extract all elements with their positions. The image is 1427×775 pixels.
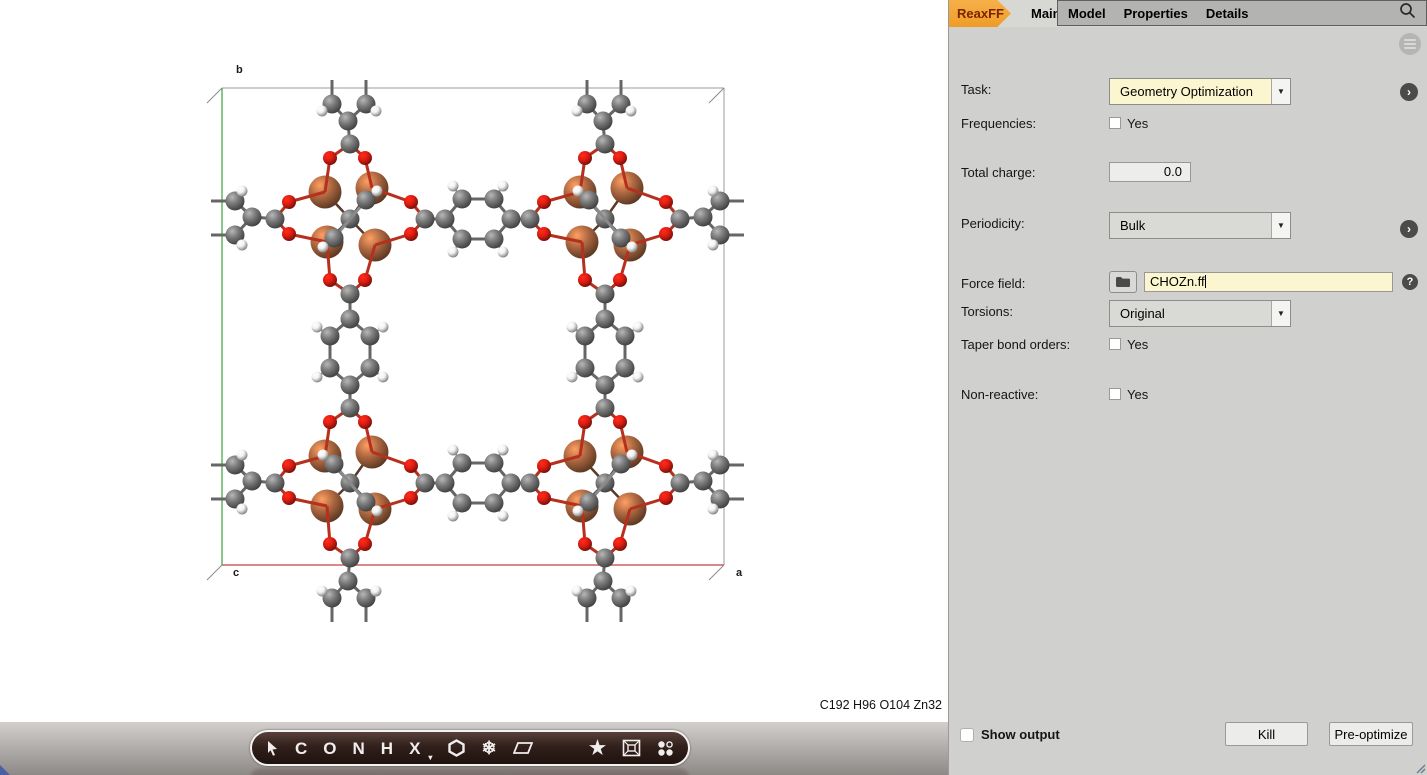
torsions-dropdown[interactable]: Original ▼ — [1109, 300, 1291, 327]
element-o-button[interactable]: O — [323, 740, 336, 757]
freeze-tool-icon[interactable]: ❄ — [481, 739, 496, 757]
unit-cell-tool-icon[interactable] — [622, 739, 641, 757]
folder-icon — [1115, 276, 1131, 288]
periodicity-label: Periodicity: — [961, 216, 1025, 231]
torsions-label: Torsions: — [961, 304, 1013, 319]
molecule-viewport[interactable]: b c a — [0, 0, 948, 722]
taper-bond-orders-label: Taper bond orders: — [961, 337, 1070, 352]
kill-button[interactable]: Kill — [1225, 722, 1308, 746]
resize-grip[interactable] — [1414, 762, 1426, 774]
task-label: Task: — [961, 82, 991, 97]
frequencies-option-label: Yes — [1127, 116, 1148, 131]
molecule-viewer: b c a C192 H96 O104 Zn32 C O N H X ▾ ❄ — [0, 0, 948, 775]
periodicity-details-button[interactable]: › — [1400, 220, 1418, 238]
tab-bar: ReaxFF Main Model Properties Details — [949, 0, 1427, 27]
tab-details[interactable]: Details — [1206, 6, 1249, 21]
element-h-button[interactable]: H — [381, 740, 393, 757]
show-output-label: Show output — [981, 727, 1060, 742]
text-caret — [1205, 275, 1206, 288]
element-c-button[interactable]: C — [295, 740, 307, 757]
reaxff-settings-panel: ReaxFF Main Model Properties Details Tas… — [948, 0, 1427, 775]
dropdown-arrow-icon: ▼ — [1271, 301, 1290, 326]
axis-label-c: c — [233, 567, 239, 579]
axis-label-a: a — [736, 567, 742, 579]
element-n-button[interactable]: N — [353, 740, 365, 757]
task-dropdown[interactable]: Geometry Optimization ▼ — [1109, 78, 1291, 105]
task-value: Geometry Optimization — [1110, 79, 1271, 104]
application-window: b c a C192 H96 O104 Zn32 C O N H X ▾ ❄ — [0, 0, 1427, 775]
plane-tool-icon[interactable] — [513, 741, 533, 755]
force-field-label: Force field: — [961, 276, 1025, 291]
force-field-value: CHOZn.ff — [1150, 274, 1205, 289]
dropdown-arrow-icon: ▼ — [1271, 79, 1290, 104]
total-charge-label: Total charge: — [961, 165, 1035, 180]
show-output-checkbox[interactable] — [960, 728, 974, 742]
periodicity-value: Bulk — [1110, 213, 1271, 238]
non-reactive-checkbox[interactable] — [1109, 388, 1121, 400]
force-field-input[interactable]: CHOZn.ff — [1144, 272, 1393, 292]
pointer-tool-icon[interactable] — [266, 740, 279, 756]
atom-details-tool-icon[interactable] — [657, 740, 674, 757]
dropdown-arrow-icon: ▼ — [1271, 213, 1290, 238]
tab-model[interactable]: Model — [1068, 6, 1106, 21]
toolbar-reflection — [250, 768, 690, 775]
logo-corner — [0, 765, 10, 775]
force-field-help-button[interactable]: ? — [1402, 274, 1418, 290]
taper-bond-orders-checkbox[interactable] — [1109, 338, 1121, 350]
frequencies-label: Frequencies: — [961, 116, 1036, 131]
frequencies-checkbox[interactable] — [1109, 117, 1121, 129]
ring-tool-icon[interactable] — [448, 739, 465, 757]
non-reactive-option-label: Yes — [1127, 387, 1148, 402]
taper-option-label: Yes — [1127, 337, 1148, 352]
periodicity-dropdown[interactable]: Bulk ▼ — [1109, 212, 1291, 239]
tab-properties[interactable]: Properties — [1124, 6, 1188, 21]
tab-group: Model Properties Details — [1057, 0, 1427, 26]
non-reactive-label: Non-reactive: — [961, 387, 1038, 402]
mof-structure — [0, 0, 948, 722]
torsions-value: Original — [1110, 301, 1271, 326]
preoptimize-button[interactable]: Pre-optimize — [1329, 722, 1413, 746]
force-field-browse-button[interactable] — [1109, 271, 1137, 293]
viewer-bottom-bar: C O N H X ▾ ❄ ★ — [0, 722, 948, 775]
element-x-dropdown-caret[interactable]: ▾ — [428, 754, 432, 762]
favorites-star-icon[interactable]: ★ — [589, 739, 606, 758]
element-x-button[interactable]: X — [409, 740, 420, 757]
chemical-formula: C192 H96 O104 Zn32 — [820, 698, 942, 712]
task-details-button[interactable]: › — [1400, 83, 1418, 101]
total-charge-input[interactable]: 0.0 — [1109, 162, 1191, 182]
axis-label-b: b — [236, 64, 243, 76]
element-toolbar: C O N H X ▾ ❄ ★ — [250, 730, 690, 766]
menu-icon[interactable] — [1399, 33, 1421, 55]
search-icon[interactable] — [1399, 2, 1416, 24]
reaxff-module-tag[interactable]: ReaxFF — [949, 0, 1011, 27]
